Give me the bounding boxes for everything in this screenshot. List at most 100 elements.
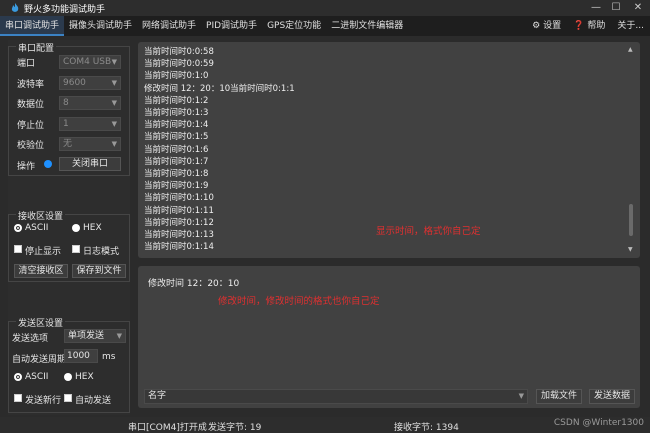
- scroll-thumb[interactable]: [629, 204, 633, 236]
- send-option-label: 发送选项: [12, 334, 49, 344]
- log-mode-label: 日志模式: [83, 247, 120, 257]
- stop-display-checkbox[interactable]: [14, 245, 22, 253]
- receive-annotation: 显示时间，格式你自己定: [376, 226, 481, 237]
- receive-line: 当前时间时0:1:14: [144, 242, 214, 253]
- tab-camera[interactable]: 摄像头调试助手: [64, 16, 137, 36]
- status-bar: 串口[COM4]打开成 发送字节: 19 接收字节: 1394: [0, 417, 650, 433]
- stop-display-label: 停止显示: [25, 247, 62, 257]
- send-ascii-label: ASCII: [25, 372, 49, 382]
- send-config-title: 发送区设置: [16, 316, 66, 329]
- auto-period-label: 自动发送周期: [12, 355, 67, 365]
- log-mode-checkbox[interactable]: [72, 245, 80, 253]
- port-status-text: 串口[COM4]打开成: [128, 423, 207, 433]
- stopbits-select[interactable]: 1 ▼: [59, 117, 121, 131]
- databits-select[interactable]: 8 ▼: [59, 96, 121, 110]
- send-hex-label: HEX: [75, 372, 94, 382]
- auto-period-input[interactable]: 1000: [64, 349, 98, 363]
- receive-line: 当前时间时0:1:3: [144, 108, 209, 119]
- auto-send-label: 自动发送: [75, 396, 112, 406]
- load-file-button[interactable]: 加载文件: [536, 389, 582, 404]
- recv-ascii-label: ASCII: [25, 223, 49, 233]
- parity-label: 校验位: [17, 141, 45, 151]
- close-window-button[interactable]: ✕: [627, 0, 649, 16]
- clear-recv-button[interactable]: 清空接收区: [14, 264, 68, 278]
- window-title: 野火多功能调试助手: [24, 4, 106, 15]
- receive-line: 当前时间时0:1:10: [144, 193, 214, 204]
- receive-line: 当前时间时0:1:7: [144, 156, 209, 167]
- chevron-down-icon: ▼: [111, 79, 117, 87]
- receive-line: 当前时间时0:1:11: [144, 205, 214, 216]
- help-button[interactable]: ❓ 帮助: [567, 16, 611, 36]
- send-option-select[interactable]: 单项发送 ▼: [64, 329, 126, 343]
- receive-line: 当前时间时0:1:2: [144, 95, 209, 106]
- send-newline-checkbox[interactable]: [14, 394, 22, 402]
- tab-binary-editor[interactable]: 二进制文件编辑器: [326, 16, 408, 36]
- gear-icon: ⚙: [532, 21, 541, 31]
- send-text[interactable]: 修改时间 12：20：10: [148, 276, 239, 289]
- receive-scrollbar[interactable]: ▲ ▼: [628, 46, 634, 254]
- receive-line: 当前时间时0:1:8: [144, 169, 209, 180]
- receive-area[interactable]: 当前时间时0:0:58 当前时间时0:0:59 当前时间时0:1:0 修改时间 12：…: [138, 42, 640, 258]
- scroll-up-icon[interactable]: ▲: [628, 46, 633, 53]
- flame-logo-icon: [11, 3, 19, 12]
- send-ascii-radio[interactable]: [14, 373, 22, 381]
- help-icon: ❓: [573, 21, 585, 31]
- receive-line: 当前时间时0:1:13: [144, 230, 214, 241]
- send-data-button[interactable]: 发送数据: [589, 389, 635, 404]
- chevron-down-icon: ▼: [518, 392, 524, 400]
- title-bar: 野火多功能调试助手 — ☐ ✕: [0, 0, 650, 16]
- send-area[interactable]: 修改时间 12：20：10 修改时间，修改时间的格式也你自己定 名字 ▼ 加载文件…: [138, 266, 640, 408]
- port-status-indicator: [44, 160, 52, 168]
- baud-select[interactable]: 9600 ▼: [59, 76, 121, 90]
- tab-network[interactable]: 网络调试助手: [137, 16, 201, 36]
- name-select[interactable]: 名字 ▼: [144, 389, 528, 404]
- save-to-file-button[interactable]: 保存到文件: [72, 264, 126, 278]
- receive-line: 当前时间时0:1:4: [144, 120, 209, 131]
- send-hex-radio[interactable]: [64, 373, 72, 381]
- serial-config-title: 串口配置: [16, 41, 57, 54]
- chevron-down-icon: ▼: [111, 140, 117, 148]
- maximize-button[interactable]: ☐: [605, 0, 627, 16]
- stopbits-label: 停止位: [17, 121, 45, 131]
- chevron-down-icon: ▼: [111, 99, 117, 107]
- databits-label: 数据位: [17, 100, 45, 110]
- port-select[interactable]: COM4 USB ▼: [59, 55, 121, 69]
- receive-text: 当前时间时0:0:58 当前时间时0:0:59 当前时间时0:1:0 修改时间 12：…: [144, 46, 295, 253]
- sent-bytes: 发送字节: 19: [208, 423, 262, 433]
- received-bytes: 接收字节: 1394: [394, 423, 459, 433]
- tab-gps[interactable]: GPS定位功能: [262, 16, 326, 36]
- port-label: 端口: [17, 59, 36, 69]
- chevron-down-icon: ▼: [111, 58, 117, 66]
- parity-select[interactable]: 无 ▼: [59, 137, 121, 151]
- tab-serial[interactable]: 串口调试助手: [0, 16, 65, 36]
- recv-hex-label: HEX: [83, 223, 102, 233]
- watermark: CSDN @Winter1300: [553, 418, 644, 428]
- tab-bar: 串口调试助手 摄像头调试助手 网络调试助手 PID调试助手 GPS定位功能 二进…: [0, 16, 650, 36]
- about-button[interactable]: 关于...: [611, 16, 650, 36]
- receive-line: 当前时间时0:1:12: [144, 217, 214, 228]
- auto-send-checkbox[interactable]: [64, 394, 72, 402]
- receive-line: 修改时间 12：20：10当前时间时0:1:1: [144, 83, 295, 94]
- receive-line: 当前时间时0:1:5: [144, 132, 209, 143]
- tab-pid[interactable]: PID调试助手: [201, 16, 262, 36]
- settings-button[interactable]: ⚙ 设置: [526, 16, 567, 36]
- chevron-down-icon: ▼: [116, 332, 122, 340]
- left-panel: 串口配置 端口 COM4 USB ▼ 波特率 9600 ▼ 数据位 8 ▼ 停止位 1…: [8, 40, 130, 415]
- recv-ascii-radio[interactable]: [14, 224, 22, 232]
- receive-line: 当前时间时0:1:0: [144, 71, 209, 82]
- chevron-down-icon: ▼: [111, 120, 117, 128]
- baud-label: 波特率: [17, 80, 45, 90]
- receive-line: 当前时间时0:0:59: [144, 59, 214, 70]
- period-unit-label: ms: [102, 352, 116, 362]
- minimize-button[interactable]: —: [585, 0, 607, 16]
- recv-config-title: 接收区设置: [16, 209, 66, 222]
- receive-line: 当前时间时0:1:6: [144, 144, 209, 155]
- close-port-button[interactable]: 关闭串口: [59, 157, 121, 171]
- scroll-down-icon[interactable]: ▼: [628, 246, 633, 253]
- recv-hex-radio[interactable]: [72, 224, 80, 232]
- send-newline-label: 发送新行: [25, 396, 62, 406]
- receive-line: 当前时间时0:0:58: [144, 47, 214, 57]
- receive-line: 当前时间时0:1:9: [144, 181, 209, 192]
- operation-label: 操作: [17, 162, 36, 172]
- send-annotation: 修改时间，修改时间的格式也你自己定: [218, 296, 380, 307]
